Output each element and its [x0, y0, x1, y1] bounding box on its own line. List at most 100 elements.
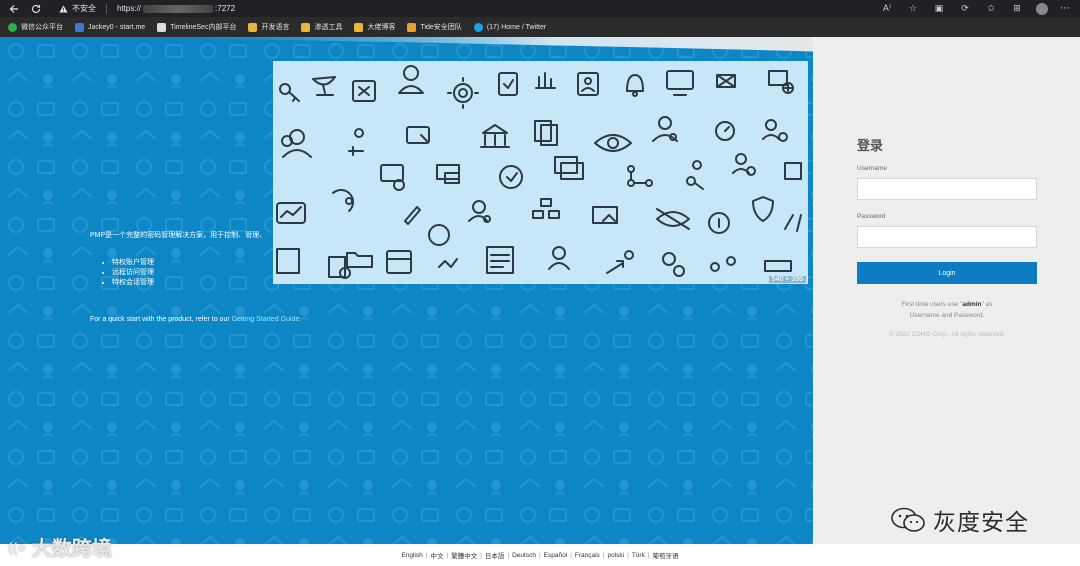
folder-icon: [354, 22, 364, 32]
list-item: 远程访问管理: [112, 268, 266, 278]
language-link[interactable]: Deutsch: [512, 552, 536, 559]
watermark-right-text: 灰度安全: [933, 509, 1029, 535]
contact-card-icon: [577, 72, 599, 96]
add-monitor-icon: [768, 70, 794, 94]
bookmark-folder[interactable]: 开发语言: [248, 22, 289, 32]
main-panel: PMP是一个完整的密码管理解决方案，用于控制、管理、 特权账户管理 远程访问管理…: [0, 37, 813, 544]
bar-chart-icon: [535, 72, 556, 89]
collections-icon[interactable]: ⊞: [1010, 2, 1024, 16]
timer-icon: [715, 121, 735, 141]
login-title: 登录: [857, 138, 884, 153]
user-clock-icon: [732, 153, 756, 176]
refresh-key-icon: [332, 188, 355, 212]
shield-monitor-icon: [592, 206, 618, 224]
url-prefix: https://: [117, 4, 142, 13]
bookmark-favicon: [8, 22, 17, 32]
folder-icon: [248, 22, 258, 32]
monitor-icon: [666, 70, 694, 96]
list-item: 特权会话管理: [112, 278, 266, 288]
username-field[interactable]: [857, 178, 1037, 200]
watermark-left-text: 大数跨境: [31, 538, 112, 560]
calendar-icon: [386, 250, 412, 274]
login-button[interactable]: Login: [857, 262, 1037, 284]
user-settings-icon: [468, 200, 491, 223]
getting-started-link[interactable]: Getting Started Guide: [232, 316, 300, 323]
documents-icon: [534, 120, 558, 146]
profile-avatar[interactable]: [1036, 2, 1048, 15]
tools-icon: [784, 214, 802, 232]
monitors-icon: [436, 164, 460, 184]
back-icon[interactable]: [6, 1, 22, 17]
watermark-right: 灰度安全: [891, 503, 1029, 537]
network-monitor-icon: [716, 74, 736, 88]
product-intro: PMP是一个完整的密码管理解决方案，用于控制、管理、 特权账户管理 远程访问管理…: [90, 230, 266, 288]
twitter-icon: [473, 22, 483, 32]
extension-icon[interactable]: ▣: [932, 2, 946, 16]
bookmark-favicon: [75, 22, 84, 32]
user-edit-icon: [548, 246, 570, 270]
keys-icon: [710, 256, 736, 272]
bookmark-folder[interactable]: 渗透工具: [301, 22, 342, 32]
url-suffix: :7272: [215, 4, 236, 13]
warning-icon: [58, 4, 68, 13]
watermark-logo-icon: ((●: [8, 538, 26, 555]
quick-start-label: For a quick start with the product, refe…: [90, 316, 232, 323]
network-icon: [532, 198, 560, 219]
language-footer: English | 中文 | 繁體中文 | 日本語 | Deutsch | Español…: [0, 544, 1080, 566]
language-link[interactable]: 繁體中文: [451, 550, 477, 560]
cursor-monitor-icon: [406, 126, 430, 144]
bookmark-folder[interactable]: 大佬博客: [354, 22, 395, 32]
refresh-extension-icon[interactable]: ⟳: [958, 2, 972, 16]
shield-pci-icon: [752, 196, 774, 222]
language-link[interactable]: English: [401, 552, 422, 559]
watermark-left: ((● 大数跨境: [8, 532, 112, 561]
monitor-clock-icon: [380, 164, 405, 191]
user-key-icon: [652, 116, 678, 142]
iso-badge-icon: [428, 224, 450, 246]
bookmark-item[interactable]: (17) Home / Twitter: [473, 22, 546, 32]
bookmark-item[interactable]: Jackey0 - start.me: [75, 22, 145, 32]
language-link[interactable]: 葡萄牙语: [653, 550, 679, 560]
bookmark-item[interactable]: TimelineSec内部平台: [157, 22, 236, 32]
favorites-icon[interactable]: ✩: [984, 2, 998, 16]
folder-icon: [346, 252, 373, 268]
list-item: 特权账户管理: [112, 258, 266, 268]
language-link[interactable]: Español: [544, 552, 568, 559]
quick-start-text: For a quick start with the product, refe…: [90, 316, 299, 323]
address-bar[interactable]: 不安全 https:// :7272: [58, 0, 235, 17]
language-link[interactable]: 中文: [430, 550, 443, 560]
image-size-badge: 540 × 396: [768, 276, 806, 283]
key-gear-icon: [686, 160, 704, 190]
user-check-icon: [662, 252, 685, 277]
key-icon: [279, 83, 300, 102]
favorite-add-icon[interactable]: ☆: [906, 2, 920, 16]
more-icon[interactable]: ⋯: [1060, 3, 1070, 14]
reload-icon[interactable]: [28, 1, 44, 17]
share-icon: [627, 165, 653, 187]
read-aloud-icon[interactable]: A⁾: [880, 2, 894, 16]
language-link[interactable]: Türk: [632, 552, 645, 559]
password-field[interactable]: [857, 226, 1037, 248]
satellite-dish-icon: [312, 76, 336, 96]
bookmark-item[interactable]: Tide安全团队: [407, 22, 462, 32]
language-link[interactable]: polski: [608, 552, 625, 559]
language-link[interactable]: Français: [575, 552, 600, 559]
wechat-icon: [891, 507, 925, 532]
safe-icon: [352, 80, 376, 102]
copyright: © 2022 ZOHO Corp., All rights reserved.: [888, 331, 1006, 338]
activity-monitor-icon: [276, 202, 306, 224]
toolbar-right: A⁾ ☆ ▣ ⟳ ✩ ⊞ ⋯: [880, 0, 1080, 17]
address-separator: [106, 3, 107, 14]
language-link[interactable]: 日本語: [485, 550, 505, 560]
bookmark-favicon: [157, 22, 167, 32]
folder-icon: [301, 22, 311, 32]
chart-tag-icon: [438, 258, 458, 268]
bookmark-item[interactable]: 微信公众平台: [8, 22, 63, 32]
bank-icon: [480, 124, 510, 148]
arrow-key-icon: [606, 250, 634, 274]
username-label: Username: [857, 165, 887, 172]
bookmarks-bar: 微信公众平台 Jackey0 - start.me TimelineSec内部平…: [0, 17, 1080, 37]
group-icon: [281, 129, 312, 158]
pdf-icon: [276, 248, 300, 274]
eye-off-icon: [656, 208, 690, 230]
